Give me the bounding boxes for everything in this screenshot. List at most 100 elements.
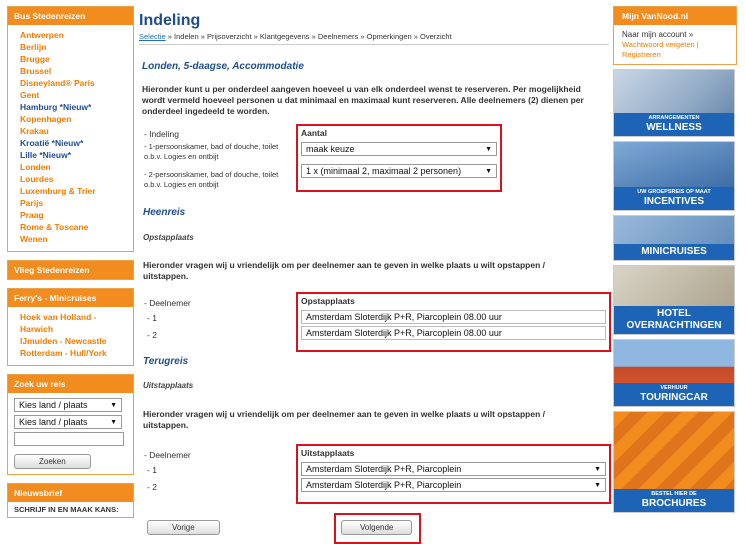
next-button-highlight: Volgende — [334, 513, 421, 544]
banner-subtitle: ARRANGEMENTEN — [648, 115, 700, 121]
search-button[interactable]: Zoeken — [14, 454, 91, 469]
account-heading: Mijn VanNood.nl — [614, 7, 736, 25]
banner-incentives[interactable]: UW GROEPSREIS OP MAAT INCENTIVES — [613, 141, 735, 211]
city-link[interactable]: Kroatië *Nieuw* — [20, 137, 125, 149]
search-input[interactable] — [14, 432, 124, 446]
banner-caption: UW GROEPSREIS OP MAAT INCENTIVES — [614, 187, 734, 210]
password-register-link[interactable]: Wachtwoord vergeten | Registreren — [622, 40, 728, 60]
right-sidebar: Mijn VanNood.nl Naar mijn account » Wach… — [613, 6, 737, 517]
heenreis-deelnemer-1: - 1 — [147, 313, 157, 323]
uitstap-select-2[interactable]: Amsterdam Sloterdijk P+R, Piarcoplein ▼ — [301, 478, 606, 492]
banner-wellness[interactable]: ARRANGEMENTEN WELLNESS — [613, 69, 735, 137]
city-link[interactable]: Lille *Nieuw* — [20, 149, 125, 161]
aantal-label: Aantal — [301, 128, 327, 138]
city-link[interactable]: Rome & Toscane — [20, 221, 125, 233]
room1-select[interactable]: maak keuze ▼ — [301, 142, 497, 156]
city-link[interactable]: Parijs — [20, 197, 125, 209]
heenreis-text: Hieronder vragen wij u vriendelijk om pe… — [143, 260, 545, 281]
country-select-2[interactable]: Kies land / plaats ▼ — [14, 415, 122, 429]
room2-select[interactable]: 1 x (minimaal 2, maximaal 2 personen) ▼ — [301, 164, 497, 178]
room1-label: - 1-persoonskamer, bad of douche, toilet… — [144, 142, 279, 161]
chevron-down-icon: ▼ — [485, 167, 492, 175]
city-link[interactable]: Wenen — [20, 233, 125, 245]
uitstap-label: Uitstapplaats — [301, 448, 355, 458]
aantal-box: Aantal maak keuze ▼ 1 x (minimaal 2, maxi… — [296, 124, 502, 192]
page-title: Indeling — [139, 12, 201, 29]
city-link[interactable]: Londen — [20, 161, 125, 173]
city-link[interactable]: Luxemburg & Trier — [20, 185, 125, 197]
city-link[interactable]: Brugge — [20, 53, 125, 65]
chevron-down-icon: ▼ — [485, 145, 492, 153]
ferry-heading: Ferry's - Minicruises — [8, 289, 133, 307]
city-link[interactable]: Praag — [20, 209, 125, 221]
banner-minicruises[interactable]: MINICRUISES — [613, 215, 735, 261]
banner-list: ARRANGEMENTEN WELLNESS UW GROEPSREIS OP MA… — [613, 69, 737, 513]
terugreis-deelnemer-label: - Deelnemer — [144, 450, 191, 460]
account-link[interactable]: Naar mijn account » — [622, 29, 728, 40]
uitstap-select-1[interactable]: Amsterdam Sloterdijk P+R, Piarcoplein ▼ — [301, 462, 606, 476]
breadcrumb: Selectie » Indelen » Prijsoverzicht » Kl… — [139, 32, 609, 45]
country-select-2-value: Kies land / plaats — [19, 417, 88, 427]
bus-heading: Bus Stedenreizen — [8, 7, 133, 25]
main-content: Indeling Selectie » Indelen » Prijsoverz… — [139, 6, 609, 117]
account-box: Mijn VanNood.nl Naar mijn account » Wach… — [613, 6, 737, 65]
chevron-down-icon: ▼ — [110, 401, 117, 409]
indeling-label: - Indeling — [144, 129, 179, 139]
newsletter-text: SCHRIJF IN EN MAAK KANS: — [14, 505, 119, 514]
banner-caption: MINICRUISES — [614, 244, 734, 260]
intro-text: Hieronder kunt u per onderdeel aangeven … — [142, 84, 584, 116]
breadcrumb-selectie[interactable]: Selectie — [139, 32, 166, 41]
ferry-link[interactable]: Harwich — [20, 323, 125, 335]
opstap-field-1[interactable]: Amsterdam Sloterdijk P+R, Piarcoplein 08… — [301, 310, 606, 324]
banner-caption: VERHUUR TOURINGCAR — [614, 383, 734, 406]
terugreis-title: Terugreis — [143, 356, 189, 367]
breadcrumb-rest: » Indelen » Prijsoverzicht » Klantgegeve… — [165, 32, 452, 41]
uitstap-select-1-value: Amsterdam Sloterdijk P+R, Piarcoplein — [306, 464, 462, 474]
banner-brochures[interactable]: BESTEL HIER DE BROCHURES — [613, 411, 735, 513]
room2-label: - 2-persoonskamer, bad of douche, toilet… — [144, 170, 279, 189]
banner-subtitle: VERHUUR — [660, 385, 688, 391]
city-link[interactable]: Krakau — [20, 125, 125, 137]
terugreis-text: Hieronder vragen wij u vriendelijk om pe… — [143, 409, 545, 430]
ferry-link[interactable]: Rotterdam - Hull/York — [20, 347, 125, 359]
country-select-1[interactable]: Kies land / plaats ▼ — [14, 398, 122, 412]
bus-box: Bus Stedenreizen Antwerpen Berlijn Brugge B… — [7, 6, 134, 252]
trip-subtitle: Londen, 5-daagse, Accommodatie — [142, 61, 304, 72]
room1-select-value: maak keuze — [306, 144, 355, 154]
city-link[interactable]: Disneyland® Paris — [20, 77, 125, 89]
city-link[interactable]: Lourdes — [20, 173, 125, 185]
banner-hotel[interactable]: HOTEL OVERNACHTINGEN — [613, 265, 735, 335]
ferry-link[interactable]: Hoek van Holland - — [20, 311, 125, 323]
search-heading: Zoek uw reis — [8, 375, 133, 393]
terugreis-deelnemer-2: - 2 — [147, 482, 157, 492]
ferry-link[interactable]: IJmuiden - Newcastle — [20, 335, 125, 347]
city-list: Antwerpen Berlijn Brugge Brussel Disneyland®… — [8, 25, 133, 251]
ferry-list: Hoek van Holland - Harwich IJmuiden - Newc… — [8, 307, 133, 365]
banner-title: HOTEL OVERNACHTINGEN — [626, 308, 722, 331]
opstap-field-2[interactable]: Amsterdam Sloterdijk P+R, Piarcoplein 08… — [301, 326, 606, 340]
ferry-box: Ferry's - Minicruises Hoek van Holland -… — [7, 288, 134, 366]
vlieg-box: Vlieg Stedenreizen — [7, 260, 134, 280]
newsletter-heading: Nieuwsbrief — [8, 484, 133, 502]
terugreis-deelnemer-1: - 1 — [147, 465, 157, 475]
city-link[interactable]: Antwerpen — [20, 29, 125, 41]
previous-button[interactable]: Vorige — [147, 520, 220, 535]
banner-title: WELLNESS — [646, 122, 702, 133]
city-link[interactable]: Brussel — [20, 65, 125, 77]
heenreis-title: Heenreis — [143, 207, 186, 218]
city-link[interactable]: Berlijn — [20, 41, 125, 53]
vlieg-heading[interactable]: Vlieg Stedenreizen — [8, 261, 133, 279]
banner-caption: BESTEL HIER DE BROCHURES — [614, 489, 734, 512]
country-select-1-value: Kies land / plaats — [19, 400, 88, 410]
opstap-label: Opstapplaats — [301, 296, 355, 306]
banner-title: MINICRUISES — [641, 246, 707, 257]
banner-caption: HOTEL OVERNACHTINGEN — [614, 306, 734, 334]
opstap-box: Opstapplaats Amsterdam Sloterdijk P+R, P… — [296, 292, 611, 352]
city-link[interactable]: Gent — [20, 89, 125, 101]
next-button[interactable]: Volgende — [341, 520, 413, 535]
banner-touringcar[interactable]: VERHUUR TOURINGCAR — [613, 339, 735, 407]
banner-caption: ARRANGEMENTEN WELLNESS — [614, 113, 734, 136]
city-link[interactable]: Kopenhagen — [20, 113, 125, 125]
banner-subtitle: UW GROEPSREIS OP MAAT — [637, 189, 711, 195]
city-link[interactable]: Hamburg *Nieuw* — [20, 101, 125, 113]
